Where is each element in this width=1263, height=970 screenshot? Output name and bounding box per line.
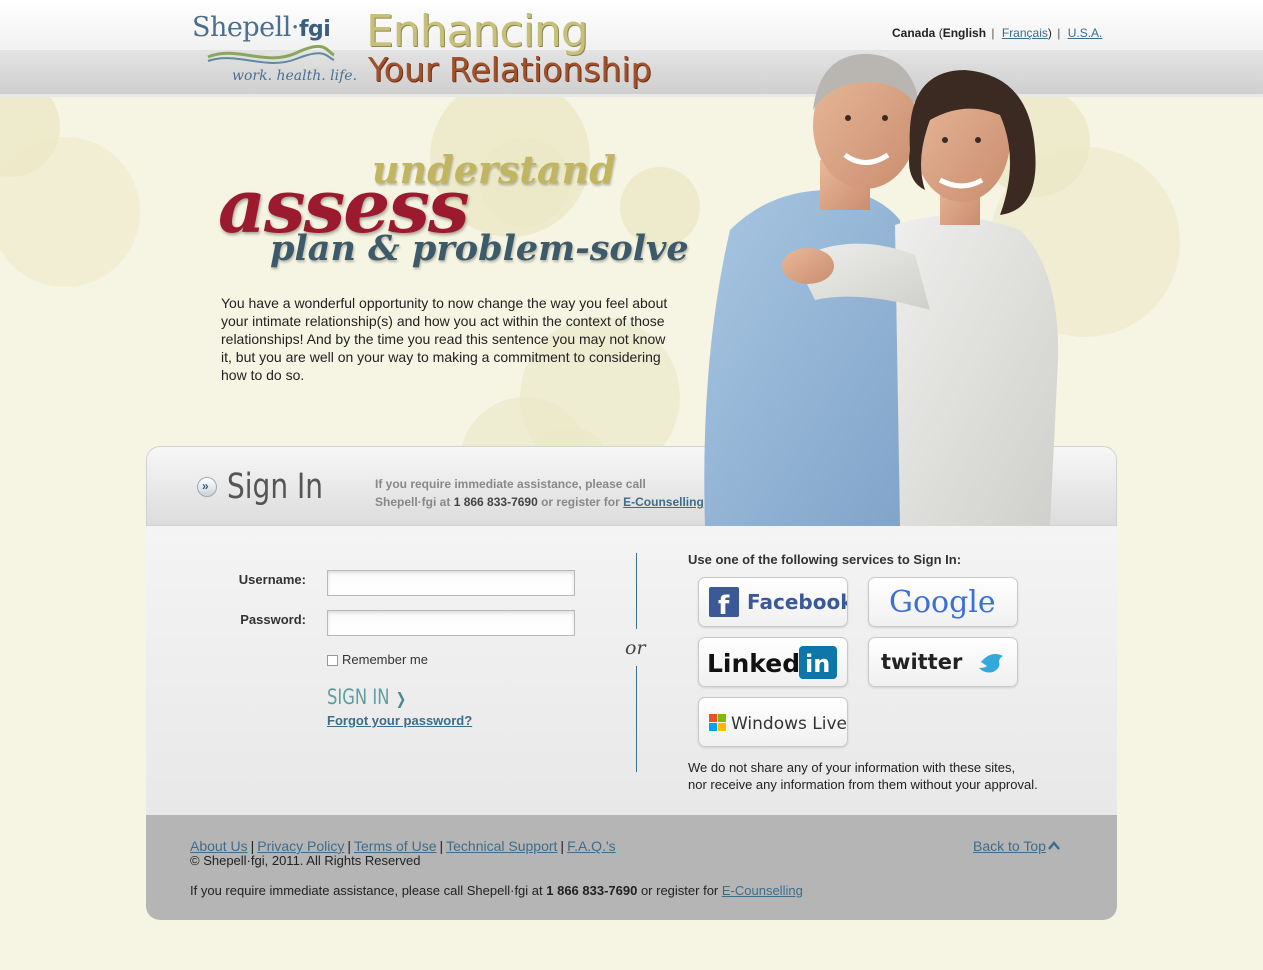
signin-title: Sign In — [227, 467, 323, 507]
language-selector: Canada (English | Français) | U.S.A. — [892, 26, 1103, 40]
username-label: Username: — [238, 572, 306, 587]
svg-text:f: f — [718, 591, 730, 621]
facebook-icon: f Facebook — [709, 587, 854, 621]
logo-wordmark: Shepell·fgi — [192, 12, 331, 43]
logo-swoosh-icon — [207, 45, 335, 64]
chevron-right-icon: ❯ — [395, 689, 407, 708]
hero-word-plan: plan & problem-solve — [270, 228, 689, 269]
back-to-top-link[interactable]: Back to Top — [973, 838, 1046, 854]
linkedin-icon: Linked in — [707, 646, 837, 679]
remember-me[interactable]: Remember me — [327, 652, 428, 667]
svg-text:Google: Google — [889, 585, 996, 620]
faq-link[interactable]: F.A.Q.'s — [567, 838, 616, 854]
footer-links: About Us | Privacy Policy | Terms of Use | Tec… — [190, 838, 616, 854]
svg-text:Linked: Linked — [707, 649, 800, 678]
privacy-policy-link[interactable]: Privacy Policy — [257, 838, 344, 854]
chevron-up-icon[interactable] — [1048, 840, 1060, 850]
divider-line-top — [636, 553, 637, 629]
linkedin-signin-button[interactable]: Linked in — [698, 637, 848, 687]
country-canada: Canada — [892, 26, 936, 40]
twitter-icon: twitter — [881, 650, 1003, 674]
couple-photo — [704, 53, 1059, 526]
divider-line-bottom — [636, 666, 637, 772]
svg-text:Windows Live: Windows Live — [731, 714, 847, 734]
social-signin-label: Use one of the following services to Sig… — [688, 552, 962, 567]
google-icon: Google — [889, 585, 996, 620]
footer-assistance-text: If you require immediate assistance, ple… — [190, 883, 803, 898]
forgot-password-link[interactable]: Forgot your password? — [327, 713, 472, 728]
windows-live-signin-button[interactable]: Windows Live — [698, 697, 848, 747]
remember-me-checkbox[interactable] — [327, 655, 338, 667]
ecounselling-link[interactable]: E-Counselling — [623, 495, 704, 509]
svg-text:twitter: twitter — [881, 650, 963, 674]
background-circles — [0, 97, 1263, 457]
or-separator: or — [625, 637, 646, 659]
signin-arrow-icon: » — [197, 477, 217, 497]
country-usa-link[interactable]: U.S.A. — [1068, 26, 1103, 40]
privacy-disclaimer: We do not share any of your information … — [688, 760, 1038, 792]
password-input[interactable] — [327, 610, 575, 636]
svg-text:Facebook: Facebook — [747, 590, 847, 614]
site-title-line2: Your Relationship — [368, 50, 652, 89]
password-label: Password: — [240, 612, 306, 627]
remember-me-label: Remember me — [342, 652, 428, 667]
language-francais-link[interactable]: Français — [1002, 26, 1048, 40]
copyright-text: © Shepell·fgi, 2011. All Rights Reserved — [190, 853, 421, 868]
footer-ecounselling-link[interactable]: E-Counselling — [722, 883, 803, 898]
windows-live-icon: Windows Live — [709, 714, 847, 734]
logo-tagline: work. health. life. — [232, 68, 358, 84]
facebook-signin-button[interactable]: f Facebook — [698, 577, 854, 627]
terms-of-use-link[interactable]: Terms of Use — [354, 838, 436, 854]
hero-intro-text: You have a wonderful opportunity to now … — [221, 295, 668, 383]
technical-support-link[interactable]: Technical Support — [446, 838, 557, 854]
username-input[interactable] — [327, 570, 575, 596]
svg-text:in: in — [805, 650, 830, 678]
signin-assistance-text: If you require immediate assistance, ple… — [375, 477, 704, 509]
language-english: English — [942, 26, 987, 40]
google-signin-button[interactable]: Google — [868, 577, 1018, 627]
signin-button[interactable]: SIGN IN ❯ — [327, 685, 406, 709]
header-top-band — [0, 0, 1263, 50]
shepell-fgi-logo[interactable]: Shepell·fgi work. health. life. — [192, 10, 357, 90]
twitter-signin-button[interactable]: twitter — [868, 637, 1018, 687]
about-us-link[interactable]: About Us — [190, 838, 248, 854]
